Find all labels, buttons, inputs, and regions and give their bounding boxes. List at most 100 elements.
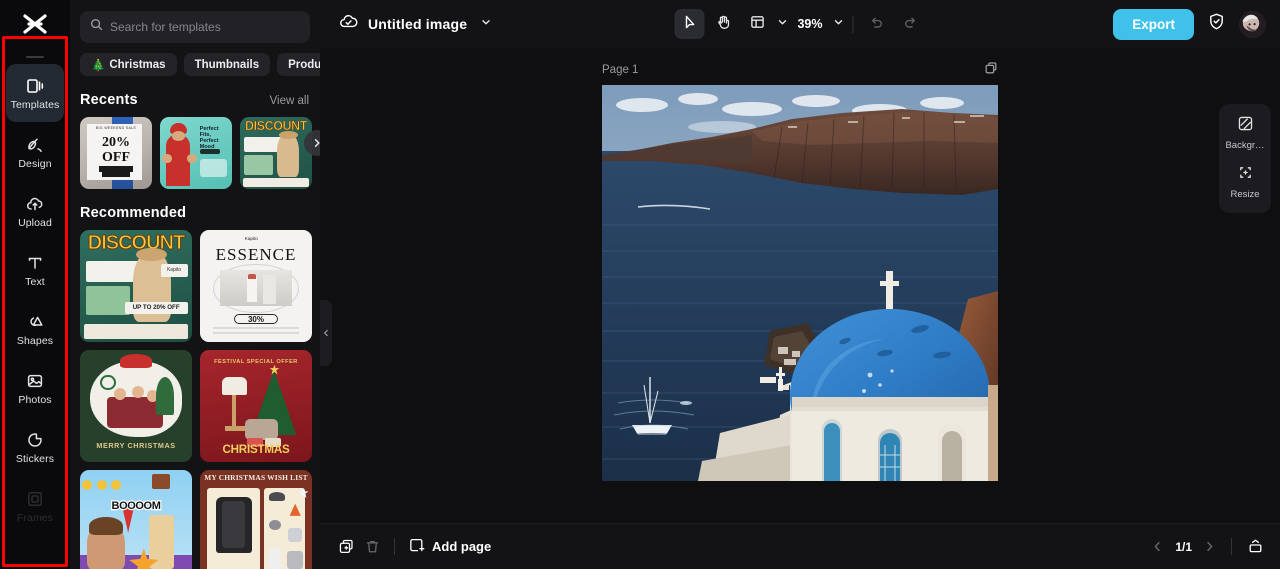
- list-item[interactable]: MERRY CHRISTMAS: [80, 350, 192, 462]
- santorini-blue-dome-church-photo: [602, 85, 998, 481]
- list-item[interactable]: Kapito ESSENCE 30%: [200, 230, 312, 342]
- document-title[interactable]: Untitled image: [368, 16, 467, 32]
- recents-thumbnail-row: BIG WEEKEND SALE 20% OFF Perfect Fits, P…: [70, 108, 320, 189]
- frames-icon: [25, 489, 45, 509]
- background-icon: [1237, 115, 1254, 137]
- search-input-container[interactable]: [80, 11, 310, 43]
- cloud-saved-icon[interactable]: [338, 11, 359, 37]
- chip-label: Christmas: [109, 58, 166, 71]
- sidebar-item-photos[interactable]: Photos: [6, 359, 64, 417]
- add-page-button[interactable]: Add page: [408, 537, 491, 557]
- panel-collapse-handle[interactable]: [320, 300, 332, 366]
- filter-chip-thumbnails[interactable]: Thumbnails: [183, 53, 271, 76]
- filter-chip-row: 🎄 Christmas Thumbnails Produ: [70, 43, 320, 76]
- capcut-logo-icon[interactable]: [0, 0, 70, 48]
- sidebar-item-templates[interactable]: Templates: [6, 64, 64, 122]
- search-icon: [90, 18, 103, 36]
- thumb-brand: Kapito: [160, 263, 188, 278]
- list-item[interactable]: FESTIVAL SPECIAL OFFER CHRISTMAS: [200, 350, 312, 462]
- thumb-note: 30%: [233, 314, 279, 325]
- add-page-label: Add page: [432, 539, 492, 554]
- list-item[interactable]: DISCOUNT Kapito UP TO 20% OFF: [80, 230, 192, 342]
- editor-stage: Untitled image 39% Export Page 1 Backgr……: [320, 0, 1280, 569]
- list-item[interactable]: BIG WEEKEND SALE 20% OFF: [80, 117, 152, 189]
- thumb-title: MY CHRISTMAS WISH LIST: [204, 473, 308, 483]
- rail-item-list: Templates Design Upload Text Shapes Phot…: [0, 62, 70, 535]
- filter-chip-products[interactable]: Produ: [277, 53, 320, 76]
- list-item[interactable]: MY CHRISTMAS WISH LIST: [200, 470, 312, 569]
- hand-tool-button[interactable]: [708, 9, 738, 39]
- next-page-button[interactable]: [1203, 540, 1216, 553]
- artboard[interactable]: [602, 85, 998, 481]
- list-item[interactable]: BOOOOM: [80, 470, 192, 569]
- search-input[interactable]: [110, 20, 300, 34]
- search-wrapper: [70, 0, 320, 43]
- prev-page-button[interactable]: [1151, 540, 1164, 553]
- bottombar-left-group: Add page: [338, 537, 491, 557]
- zoom-level-value[interactable]: 39%: [797, 17, 822, 31]
- sidebar-item-design[interactable]: Design: [6, 123, 64, 181]
- resize-icon: [1237, 164, 1254, 186]
- list-item[interactable]: DISCOUNT: [240, 117, 312, 189]
- chip-label: Thumbnails: [194, 58, 260, 71]
- sidebar-item-label: Upload: [18, 216, 52, 229]
- sidebar-item-label: Text: [25, 275, 45, 288]
- right-dock: Backgr… Resize: [1219, 104, 1271, 213]
- add-page-icon: [408, 537, 425, 557]
- trash-icon[interactable]: [364, 538, 381, 555]
- sidebar-item-label: Photos: [18, 393, 52, 406]
- sidebar-item-label: Shapes: [16, 334, 54, 347]
- thumb-note: UP TO 20% OFF: [124, 301, 188, 314]
- recommended-grid: DISCOUNT Kapito UP TO 20% OFF Kapito ESS…: [70, 221, 320, 569]
- recommended-header: Recommended: [70, 189, 320, 221]
- topbar-left-group: Untitled image: [338, 11, 492, 37]
- recommended-title: Recommended: [80, 205, 187, 221]
- page-manager-icon[interactable]: [1247, 538, 1264, 555]
- canvas-area: Page 1 Backgr… Resize: [320, 48, 1280, 523]
- topbar-right-group: Export: [1113, 8, 1266, 40]
- filter-chip-christmas[interactable]: 🎄 Christmas: [80, 53, 177, 76]
- thumb-title: MERRY CHRISTMAS: [96, 440, 176, 450]
- duplicate-icon[interactable]: [338, 538, 355, 555]
- thumb-title: 20%: [102, 135, 130, 151]
- sidebar-item-text[interactable]: Text: [6, 241, 64, 299]
- page-indicator: 1/1: [1175, 539, 1192, 554]
- layout-dropdown-icon[interactable]: [776, 15, 788, 33]
- title-dropdown-icon[interactable]: [480, 15, 492, 33]
- bottombar-divider: [394, 538, 395, 555]
- layout-tool-button[interactable]: [742, 9, 772, 39]
- sidebar-item-label: Frames: [16, 511, 54, 524]
- user-avatar[interactable]: [1239, 10, 1266, 38]
- sidebar-item-frames[interactable]: Frames: [6, 477, 64, 535]
- shield-check-icon[interactable]: [1207, 12, 1226, 36]
- export-button[interactable]: Export: [1113, 8, 1194, 40]
- sidebar-item-upload[interactable]: Upload: [6, 182, 64, 240]
- dock-item-label: Backgr…: [1225, 140, 1265, 151]
- undo-icon: [869, 14, 885, 35]
- recents-title: Recents: [80, 92, 138, 108]
- thumb-subtitle: OFF: [102, 149, 130, 165]
- rail-scroll-indicator: [26, 56, 44, 58]
- chip-label: Produ: [288, 58, 320, 71]
- select-tool-button[interactable]: [674, 9, 705, 39]
- photos-icon: [25, 371, 45, 391]
- recents-header: Recents View all: [70, 76, 320, 108]
- recents-view-all-link[interactable]: View all: [270, 95, 309, 107]
- resize-button[interactable]: Resize: [1222, 160, 1268, 204]
- shapes-icon: [25, 312, 45, 332]
- list-item[interactable]: Perfect Fits, Perfect Mood: [160, 117, 232, 189]
- redo-button[interactable]: [896, 9, 926, 39]
- thumb-title: CHRISTMAS: [222, 443, 290, 457]
- duplicate-page-icon[interactable]: [984, 61, 998, 80]
- toolbar-divider: [852, 15, 854, 33]
- templates-panel: 🎄 Christmas Thumbnails Produ Recents Vie…: [70, 0, 320, 569]
- text-icon: [25, 253, 45, 273]
- dock-item-label: Resize: [1230, 189, 1260, 200]
- upload-cloud-icon: [25, 194, 45, 214]
- sidebar-item-shapes[interactable]: Shapes: [6, 300, 64, 358]
- sidebar-item-stickers[interactable]: Stickers: [6, 418, 64, 476]
- zoom-dropdown-icon[interactable]: [833, 15, 845, 33]
- thumb-title: ESSENCE: [215, 244, 297, 264]
- background-button[interactable]: Backgr…: [1222, 111, 1268, 155]
- undo-button[interactable]: [862, 9, 892, 39]
